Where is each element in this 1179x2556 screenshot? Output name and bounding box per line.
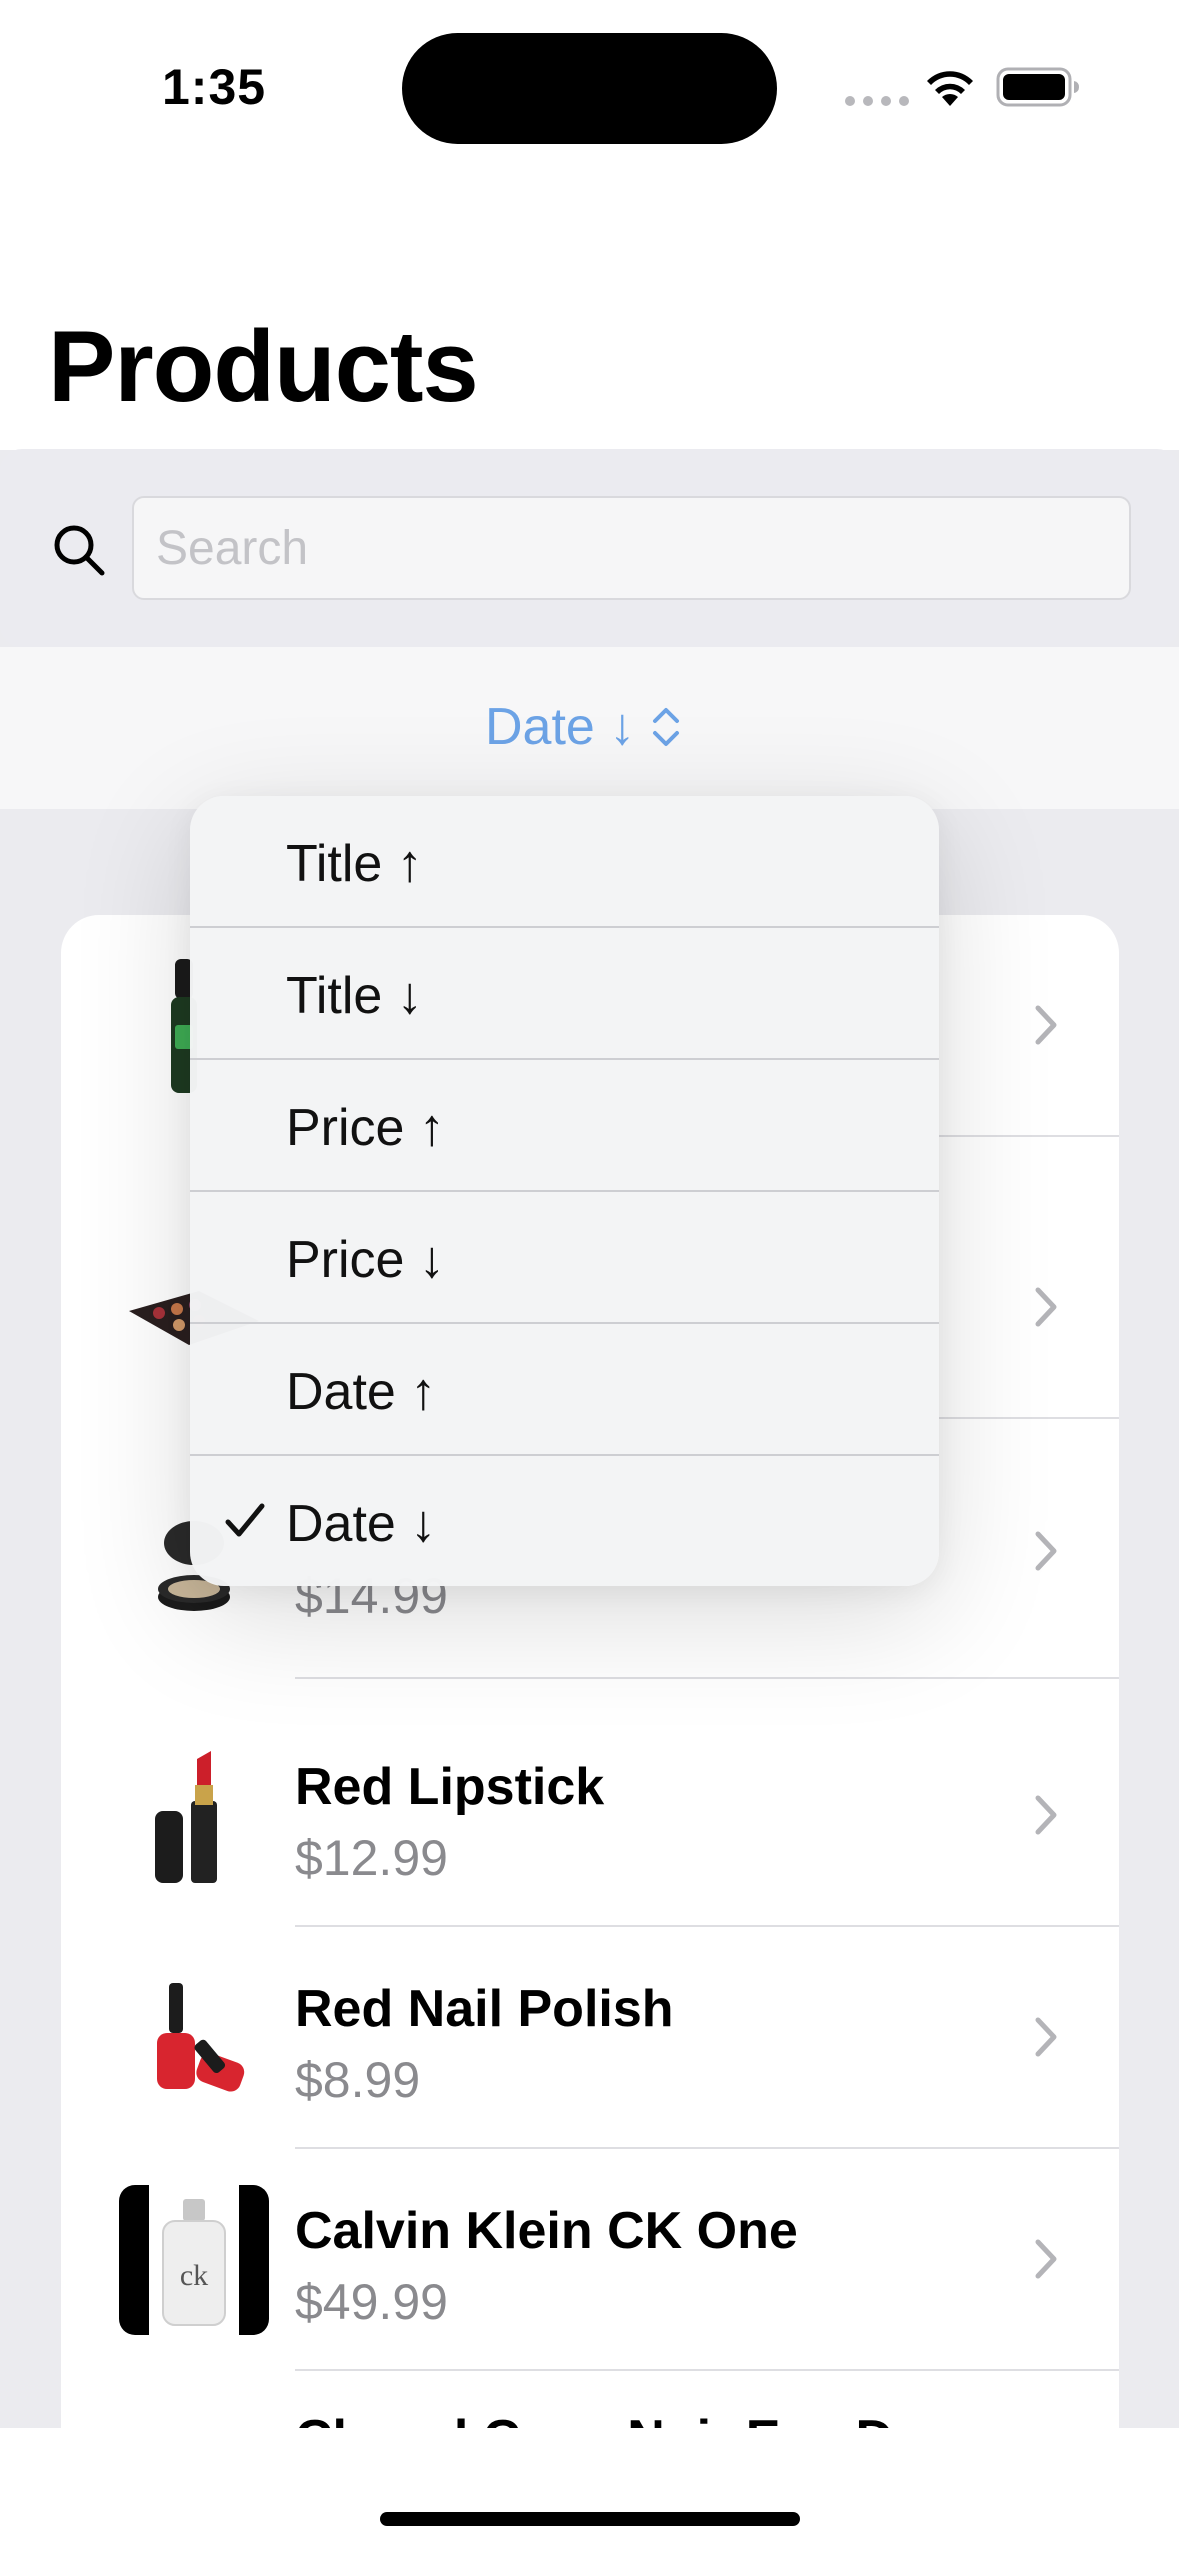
cellular-signal-icon xyxy=(845,96,909,106)
sort-button[interactable]: Date ↓ xyxy=(485,697,681,757)
chevron-right-icon xyxy=(1035,1531,1057,1571)
chevron-right-icon xyxy=(1035,2239,1057,2279)
product-price: $8.99 xyxy=(295,2052,421,2108)
list-item[interactable]: ck Calvin Klein CK One $49.99 xyxy=(61,2149,1119,2371)
product-price: $12.99 xyxy=(295,1830,448,1886)
menu-item-title-asc[interactable]: Title ↑ xyxy=(190,796,939,928)
chevron-right-icon xyxy=(1035,1287,1057,1327)
menu-item-price-asc[interactable]: Price ↑ xyxy=(190,1060,939,1192)
chevron-right-icon xyxy=(1035,2017,1057,2057)
menu-item-date-desc[interactable]: Date ↓ xyxy=(190,1456,939,1586)
dynamic-island xyxy=(402,33,777,144)
list-item[interactable]: Red Nail Polish $8.99 xyxy=(61,1927,1119,2149)
sort-menu: Title ↑ Title ↓ Price ↑ Price ↓ Date ↑ D… xyxy=(190,796,939,1586)
list-item[interactable]: Chanel Coco Noir Eau De xyxy=(61,2371,1119,2435)
product-price: $49.99 xyxy=(295,2274,448,2330)
search-bar xyxy=(0,449,1179,647)
page-title: Products xyxy=(48,311,479,423)
wifi-icon xyxy=(927,71,973,106)
status-time: 1:35 xyxy=(162,59,267,115)
row-divider xyxy=(295,1677,1119,1679)
menu-item-date-asc[interactable]: Date ↑ xyxy=(190,1324,939,1456)
checkmark-icon xyxy=(225,1503,265,1537)
menu-item-title-desc[interactable]: Title ↓ xyxy=(190,928,939,1060)
menu-item-label: Date ↑ xyxy=(286,1363,437,1421)
product-name: Red Nail Polish xyxy=(295,1980,674,2038)
svg-text:ck: ck xyxy=(180,2259,208,2292)
chevron-up-down-icon xyxy=(653,708,680,746)
menu-item-label: Price ↑ xyxy=(286,1099,445,1157)
bottom-bar xyxy=(0,2428,1179,2556)
home-indicator[interactable] xyxy=(380,2512,800,2526)
lipstick-icon xyxy=(155,1751,217,1883)
sort-row: Date ↓ xyxy=(0,647,1179,809)
sort-label: Date ↓ xyxy=(485,698,636,756)
chevron-right-icon xyxy=(1035,1005,1057,1045)
menu-item-label: Title ↓ xyxy=(286,967,423,1025)
menu-item-label: Title ↑ xyxy=(286,835,423,893)
chevron-right-icon xyxy=(1035,1795,1057,1835)
product-name: Red Lipstick xyxy=(295,1758,605,1816)
menu-item-price-desc[interactable]: Price ↓ xyxy=(190,1192,939,1324)
list-item[interactable]: Red Lipstick $12.99 xyxy=(61,1705,1119,1927)
menu-item-label: Date ↓ xyxy=(286,1495,437,1553)
search-input[interactable] xyxy=(132,496,1131,600)
battery-icon xyxy=(996,67,1079,107)
search-icon xyxy=(54,525,105,576)
product-name: Calvin Klein CK One xyxy=(295,2202,798,2260)
nail-polish-icon xyxy=(157,1983,245,2092)
menu-item-label: Price ↓ xyxy=(286,1231,445,1289)
perfume-bottle-icon: ck xyxy=(119,2185,269,2335)
